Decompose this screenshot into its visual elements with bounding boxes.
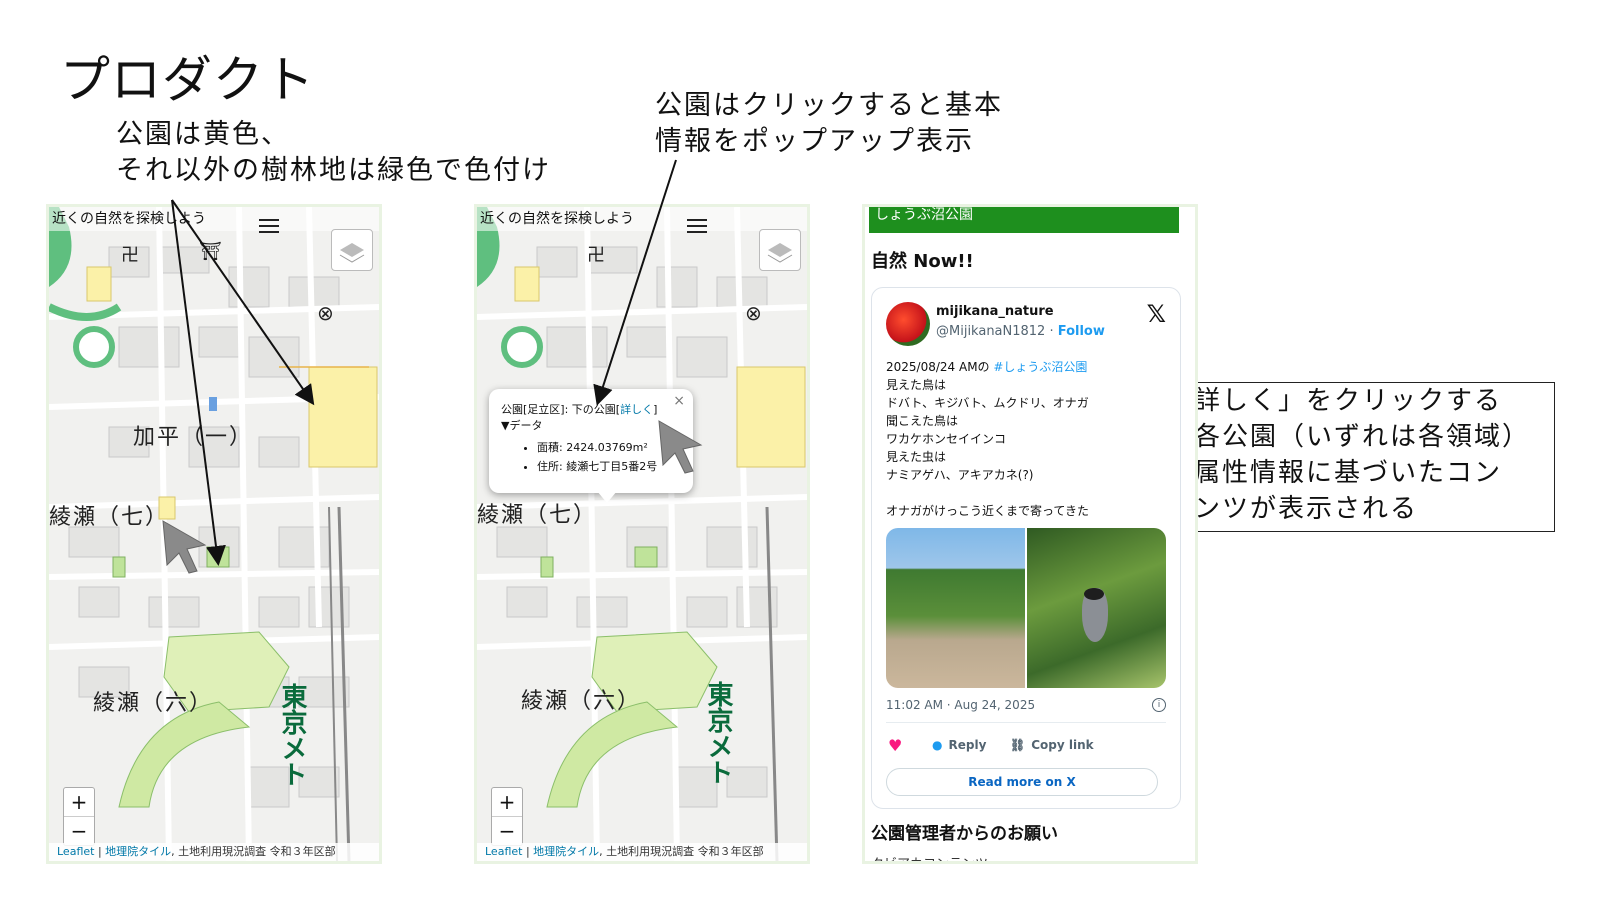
annotation-arrows [171,159,677,566]
arrow-to-popup [593,159,677,406]
arrow-to-green-forest [171,199,226,566]
